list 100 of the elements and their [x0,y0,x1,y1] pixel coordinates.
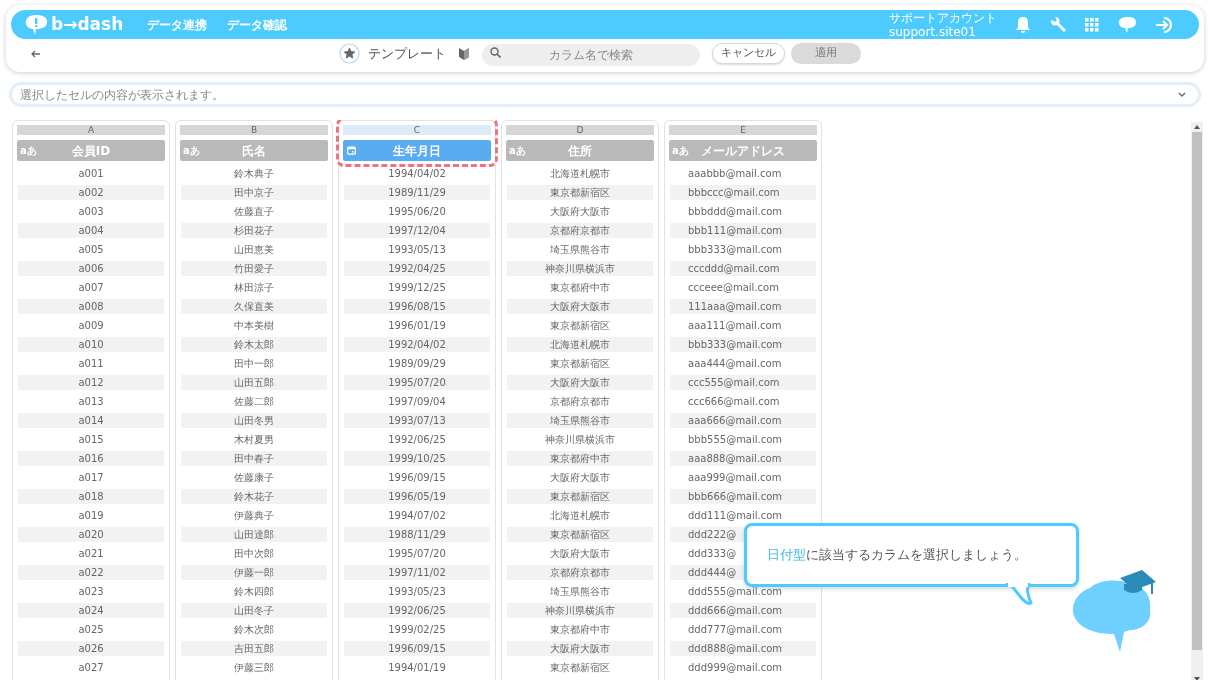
table-cell[interactable]: 伊藤典子 [181,508,327,523]
table-cell[interactable]: a004 [18,223,164,238]
table-cell[interactable]: 東京都新宿区 [507,185,653,200]
table-cell[interactable]: a019 [18,508,164,523]
cell-content-field[interactable]: 選択したセルの内容が表示されます。 [9,82,1201,107]
table-cell[interactable]: 埼玉県熊谷市 [507,242,653,257]
table-cell[interactable]: a013 [18,394,164,409]
table-cell[interactable]: a015 [18,432,164,447]
table-cell[interactable]: 1993/05/23 [344,584,490,599]
table-cell[interactable]: 山田五郎 [181,375,327,390]
table-cell[interactable]: a025 [18,622,164,637]
table-cell[interactable]: 京都府京都市 [507,394,653,409]
column-letter[interactable]: B [180,125,328,135]
table-cell[interactable]: ddd888@mail.com [670,641,816,656]
column-letter[interactable]: E [669,125,817,135]
table-cell[interactable]: ccc555@mail.com [670,375,816,390]
table-cell[interactable]: 1999/12/25 [344,280,490,295]
table-cell[interactable]: 1996/09/15 [344,470,490,485]
back-arrow-icon[interactable] [31,49,41,58]
table-cell[interactable]: 伊藤三郎 [181,660,327,675]
table-cell[interactable]: a010 [18,337,164,352]
table-cell[interactable]: 竹田愛子 [181,261,327,276]
table-cell[interactable]: 1993/07/13 [344,413,490,428]
scrollbar[interactable] [1191,122,1203,680]
table-cell[interactable]: aaa111@mail.com [670,318,816,333]
table-cell[interactable]: 鈴木四郎 [181,584,327,599]
table-cell[interactable]: 鈴木太郎 [181,337,327,352]
table-cell[interactable]: 1995/07/20 [344,375,490,390]
table-cell[interactable]: 大阪府大阪市 [507,546,653,561]
table-cell[interactable]: 111aaa@mail.com [670,299,816,314]
logout-icon[interactable] [1155,15,1175,34]
scroll-up-icon[interactable] [1194,125,1200,130]
table-cell[interactable]: 1997/09/04 [344,394,490,409]
table-cell[interactable]: 1995/06/20 [344,204,490,219]
table-cell[interactable]: a018 [18,489,164,504]
table-cell[interactable]: 1988/11/29 [344,527,490,542]
table-cell[interactable]: 1996/09/15 [344,641,490,656]
table-cell[interactable]: 大阪府大阪市 [507,204,653,219]
chevron-down-icon[interactable] [1178,91,1186,98]
table-cell[interactable]: a011 [18,356,164,371]
table-cell[interactable]: 山田冬子 [181,603,327,618]
table-cell[interactable]: 久保直美 [181,299,327,314]
table-cell[interactable]: 1997/12/04 [344,223,490,238]
table-cell[interactable]: 東京都新宿区 [507,318,653,333]
table-cell[interactable]: bbb333@mail.com [670,337,816,352]
table-cell[interactable]: 吉田五郎 [181,641,327,656]
table-cell[interactable]: 1996/08/15 [344,299,490,314]
table-cell[interactable]: bbb333@mail.com [670,242,816,257]
table-cell[interactable]: ccceee@mail.com [670,280,816,295]
table-cell[interactable]: 東京都府中市 [507,622,653,637]
table-cell[interactable]: 1997/11/02 [344,565,490,580]
table-cell[interactable]: a016 [18,451,164,466]
table-cell[interactable]: 田中京子 [181,185,327,200]
table-cell[interactable]: 1994/01/19 [344,660,490,675]
table-cell[interactable]: 北海道札幌市 [507,508,653,523]
table-cell[interactable]: 1989/11/29 [344,185,490,200]
table-cell[interactable]: 1994/04/02 [344,166,490,181]
table-cell[interactable]: a006 [18,261,164,276]
table-cell[interactable]: bbb111@mail.com [670,223,816,238]
table-cell[interactable]: a005 [18,242,164,257]
table-cell[interactable]: 東京都新宿区 [507,489,653,504]
column-letter[interactable]: A [17,125,165,135]
table-cell[interactable]: 鈴木典子 [181,166,327,181]
grid-icon[interactable] [1085,17,1099,32]
table-cell[interactable]: 佐藤二郎 [181,394,327,409]
table-cell[interactable]: 1995/07/20 [344,546,490,561]
search-field[interactable]: カラム名で検索 [482,43,700,66]
table-cell[interactable]: 佐藤直子 [181,204,327,219]
table-cell[interactable]: a023 [18,584,164,599]
column-letter[interactable]: D [506,125,654,135]
table-cell[interactable]: 田中春子 [181,451,327,466]
table-cell[interactable]: 杉田花子 [181,223,327,238]
table-cell[interactable]: a001 [18,166,164,181]
table-cell[interactable]: aaa888@mail.com [670,451,816,466]
scroll-thumb[interactable] [1192,132,1202,650]
table-cell[interactable]: 神奈川県横浜市 [507,603,653,618]
table-cell[interactable]: a003 [18,204,164,219]
table-cell[interactable]: bbbddd@mail.com [670,204,816,219]
table-cell[interactable]: a024 [18,603,164,618]
table-cell[interactable]: 東京都新宿区 [507,356,653,371]
table-cell[interactable]: 山田達郎 [181,527,327,542]
table-cell[interactable]: 東京都新宿区 [507,660,653,675]
table-cell[interactable]: ddd111@mail.com [670,508,816,523]
table-cell[interactable]: 1999/02/25 [344,622,490,637]
table-cell[interactable]: 林田涼子 [181,280,327,295]
table-cell[interactable]: a008 [18,299,164,314]
table-cell[interactable]: ddd777@mail.com [670,622,816,637]
table-cell[interactable]: a027 [18,660,164,675]
table-cell[interactable]: bbb555@mail.com [670,432,816,447]
table-cell[interactable]: a012 [18,375,164,390]
table-cell[interactable]: a007 [18,280,164,295]
table-cell[interactable]: 埼玉県熊谷市 [507,584,653,599]
table-cell[interactable]: 佐藤康子 [181,470,327,485]
table-cell[interactable]: 中本美樹 [181,318,327,333]
table-cell[interactable]: 大阪府大阪市 [507,375,653,390]
table-cell[interactable]: 東京都府中市 [507,280,653,295]
table-cell[interactable]: a017 [18,470,164,485]
table-cell[interactable]: 山田恵美 [181,242,327,257]
table-cell[interactable]: 鈴木次郎 [181,622,327,637]
table-cell[interactable]: 京都府京都市 [507,223,653,238]
